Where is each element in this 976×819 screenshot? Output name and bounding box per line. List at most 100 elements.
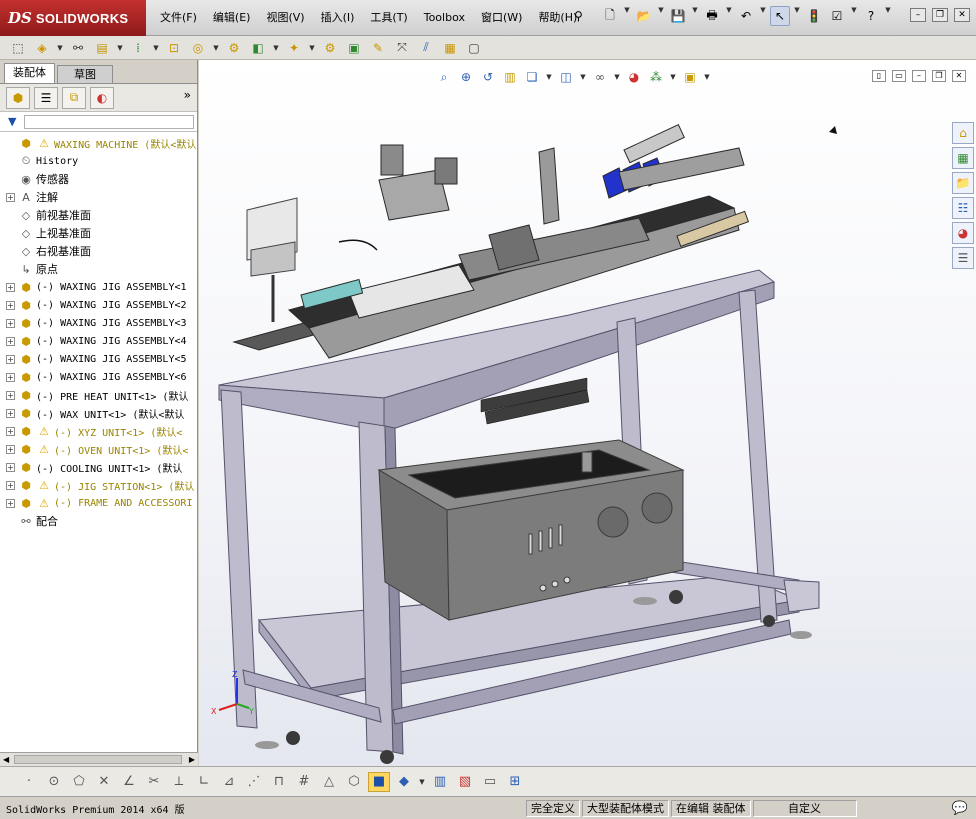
fix-relation-icon[interactable]: ⊿ [218, 772, 240, 792]
chevron-down-icon[interactable]: ▼ [56, 44, 64, 52]
chevron-down-icon[interactable]: ▼ [884, 6, 892, 26]
chevron-down-icon[interactable]: ▼ [272, 44, 280, 52]
options-icon[interactable]: ☑ [827, 6, 847, 26]
tree-item[interactable]: ◇ 前视基准面 [0, 206, 197, 224]
snap-icon[interactable]: △ [318, 772, 340, 792]
mate-icon[interactable]: ⚯ [68, 39, 88, 57]
expand-toggle-icon[interactable]: + [6, 426, 15, 436]
tree-item[interactable]: + ⬢ (-) PRE HEAT UNIT<1> (默认 [0, 386, 197, 404]
tree-item[interactable]: + ⬢ ⚠ (-) XYZ UNIT<1> (默认< [0, 422, 197, 440]
chevron-down-icon[interactable]: ▼ [212, 44, 220, 52]
previous-view-icon[interactable]: ↺ [479, 68, 497, 86]
single-view-icon[interactable]: ▭ [479, 772, 501, 792]
chevron-down-icon[interactable]: ▼ [759, 6, 767, 26]
chevron-down-icon[interactable]: ▼ [703, 73, 711, 81]
status-large-assembly-mode[interactable]: 大型装配体模式 [582, 799, 669, 817]
menu-tools[interactable]: 工具(T) [362, 10, 415, 26]
expand-toggle-icon[interactable]: + [6, 462, 15, 472]
expand-toggle-icon[interactable]: + [6, 408, 15, 418]
filter-icon[interactable]: ▼ [8, 115, 16, 128]
exploded-view-icon[interactable]: ▣ [344, 39, 364, 57]
point-icon[interactable]: · [18, 772, 40, 792]
view-orientation-icon[interactable]: ◫ [557, 68, 575, 86]
chevron-down-icon[interactable]: ▼ [152, 44, 160, 52]
move-component-icon[interactable]: ⊡ [164, 39, 184, 57]
tree-item[interactable]: + ⬢ ⚠ (-) FRAME AND ACCESSORI [0, 494, 197, 512]
polygon-icon[interactable]: ⬠ [68, 772, 90, 792]
select-cursor-icon[interactable]: ↖ [770, 6, 790, 26]
close-icon[interactable]: ✕ [954, 8, 970, 22]
hole-alignment-icon[interactable]: ▦ [440, 39, 460, 57]
scrollbar-thumb[interactable] [14, 755, 182, 764]
chevron-down-icon[interactable]: ▼ [691, 6, 699, 26]
tree-item[interactable]: ◇ 上视基准面 [0, 224, 197, 242]
expand-toggle-icon[interactable]: + [6, 192, 15, 202]
section-view-icon[interactable]: ▥ [501, 68, 519, 86]
display-style-icon[interactable]: ∞ [591, 68, 609, 86]
clearance-verification-icon[interactable]: ⫽ [416, 39, 436, 57]
apply-scene-icon[interactable]: ⁂ [647, 68, 665, 86]
chevron-down-icon[interactable]: ▼ [850, 6, 858, 26]
chevron-down-icon[interactable]: ▼ [116, 44, 124, 52]
angle-icon[interactable]: ∠ [118, 772, 140, 792]
expand-toggle-icon[interactable]: + [6, 300, 15, 310]
expand-toggle-icon[interactable]: + [6, 372, 15, 382]
filter-input[interactable] [24, 114, 195, 129]
view-cube-icon[interactable]: ◆ [393, 772, 415, 792]
chevron-down-icon[interactable]: ▼ [623, 6, 631, 26]
tree-item[interactable]: + ⬢ (-) WAXING JIG ASSEMBLY<4 [0, 332, 197, 350]
menu-insert[interactable]: 插入(I) [313, 10, 363, 26]
print-icon[interactable]: 🖶 [702, 6, 722, 26]
save-icon[interactable]: 💾 [668, 6, 688, 26]
tree-item[interactable]: + ⬢ (-) WAXING JIG ASSEMBLY<5 [0, 350, 197, 368]
expand-toggle-icon[interactable]: + [6, 354, 15, 364]
tree-item[interactable]: + ⬢ ⚠ (-) JIG STATION<1> (默认 [0, 476, 197, 494]
trim-icon[interactable]: ✂ [143, 772, 165, 792]
minimize-icon[interactable]: – [910, 8, 926, 22]
interference-detection-icon[interactable]: ⤧ [392, 39, 412, 57]
viewport-tile-icon[interactable]: ▯ [872, 70, 886, 82]
tree-item[interactable]: + ⬢ (-) WAX UNIT<1> (默认<默认 [0, 404, 197, 422]
status-units[interactable]: 自定义 [752, 799, 857, 817]
new-motion-study-icon[interactable]: ✦ [284, 39, 304, 57]
grid-icon[interactable]: # [293, 772, 315, 792]
expand-toggle-icon[interactable]: + [6, 480, 15, 490]
intersection-icon[interactable]: ✕ [93, 772, 115, 792]
view-palette-icon[interactable]: ☷ [952, 197, 974, 219]
chevron-down-icon[interactable]: ▼ [545, 73, 553, 81]
tree-item[interactable]: ◇ 右视基准面 [0, 242, 197, 260]
pin-icon[interactable]: ⚲ [574, 9, 583, 23]
viewport-close-icon[interactable]: ✕ [952, 70, 966, 82]
feature-manager-icon[interactable]: ⬢ [6, 86, 30, 109]
expand-panel-icon[interactable]: » [184, 88, 191, 102]
reference-geometry-icon[interactable]: ◧ [248, 39, 268, 57]
chevron-down-icon[interactable]: ▼ [308, 44, 316, 52]
solidworks-logo[interactable]: DS SOLIDWORKS [0, 0, 146, 36]
cube-wireframe-icon[interactable]: ⬡ [343, 772, 365, 792]
chevron-down-icon[interactable]: ▼ [579, 73, 587, 81]
perpendicular-icon[interactable]: ⟂ [168, 772, 190, 792]
four-view-icon[interactable]: ⊞ [504, 772, 526, 792]
tree-item[interactable]: ↳ 原点 [0, 260, 197, 278]
tree-item[interactable]: + ⬢ (-) WAXING JIG ASSEMBLY<3 [0, 314, 197, 332]
chevron-down-icon[interactable]: ▼ [725, 6, 733, 26]
configuration-manager-icon[interactable]: ⧉ [62, 86, 86, 109]
zoom-to-fit-icon[interactable]: ⌕ [435, 68, 453, 86]
tree-item[interactable]: ⬢ ⚠ WAXING MACHINE (默认<默认 [0, 134, 197, 152]
hide-show-icon[interactable]: ▥ [429, 772, 451, 792]
instant3d-icon[interactable]: ▢ [464, 39, 484, 57]
assembly-features-icon[interactable]: ⚙ [224, 39, 244, 57]
chevron-down-icon[interactable]: ▼ [613, 73, 621, 81]
appearance-toggle-icon[interactable]: ▧ [454, 772, 476, 792]
dynamic-annotation-icon[interactable]: ❏ [523, 68, 541, 86]
expand-toggle-icon[interactable]: + [6, 336, 15, 346]
tree-item[interactable]: ⚯ 配合 [0, 512, 197, 530]
expand-toggle-icon[interactable]: + [6, 444, 15, 454]
design-library-icon[interactable]: ▦ [952, 147, 974, 169]
viewport-restore-icon[interactable]: ❐ [932, 70, 946, 82]
property-manager-icon[interactable]: ☰ [34, 86, 58, 109]
menu-toolbox[interactable]: Toolbox [416, 10, 473, 26]
viewport-split-icon[interactable]: ▭ [892, 70, 906, 82]
custom-properties-icon[interactable]: ☰ [952, 247, 974, 269]
shaded-view-icon[interactable]: ■ [368, 771, 390, 792]
